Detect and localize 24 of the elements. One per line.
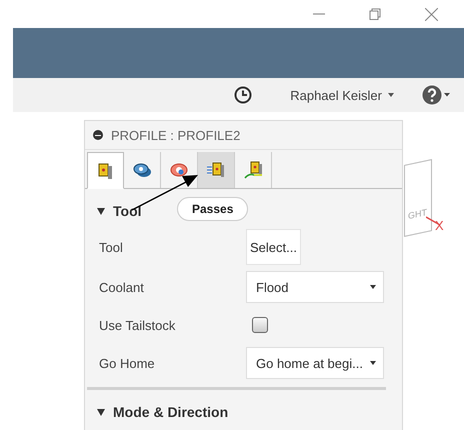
tooltip: Passes	[177, 197, 248, 221]
expand-icon[interactable]	[97, 408, 105, 416]
linking-icon	[243, 160, 263, 180]
user-menu[interactable]: Raphael Keisler	[290, 88, 394, 102]
dropdown[interactable]: Go home at begi...	[246, 347, 384, 379]
dropdown[interactable]: Flood	[246, 271, 384, 303]
passes-icon	[206, 160, 226, 180]
close-icon[interactable]	[425, 8, 438, 20]
section-title[interactable]: Mode & Direction	[113, 404, 228, 420]
expand-icon[interactable]	[97, 208, 105, 214]
field-label: Go Home	[99, 356, 156, 370]
panel-title: PROFILE : PROFILE2	[111, 128, 240, 142]
tab[interactable]	[87, 152, 124, 189]
field-label: Coolant	[99, 280, 145, 294]
checkbox[interactable]	[252, 317, 268, 333]
help-icon[interactable]	[422, 85, 450, 105]
field-label: Tool	[99, 240, 124, 254]
clock-icon[interactable]	[234, 86, 252, 104]
select-button[interactable]: Select...	[246, 229, 301, 265]
field-label: Use Tailstock	[99, 318, 176, 332]
cube-face-label: GHT	[408, 207, 427, 222]
section-title[interactable]: Tool	[113, 203, 142, 219]
collapse-icon[interactable]	[93, 130, 103, 140]
restore-icon[interactable]	[369, 8, 381, 20]
